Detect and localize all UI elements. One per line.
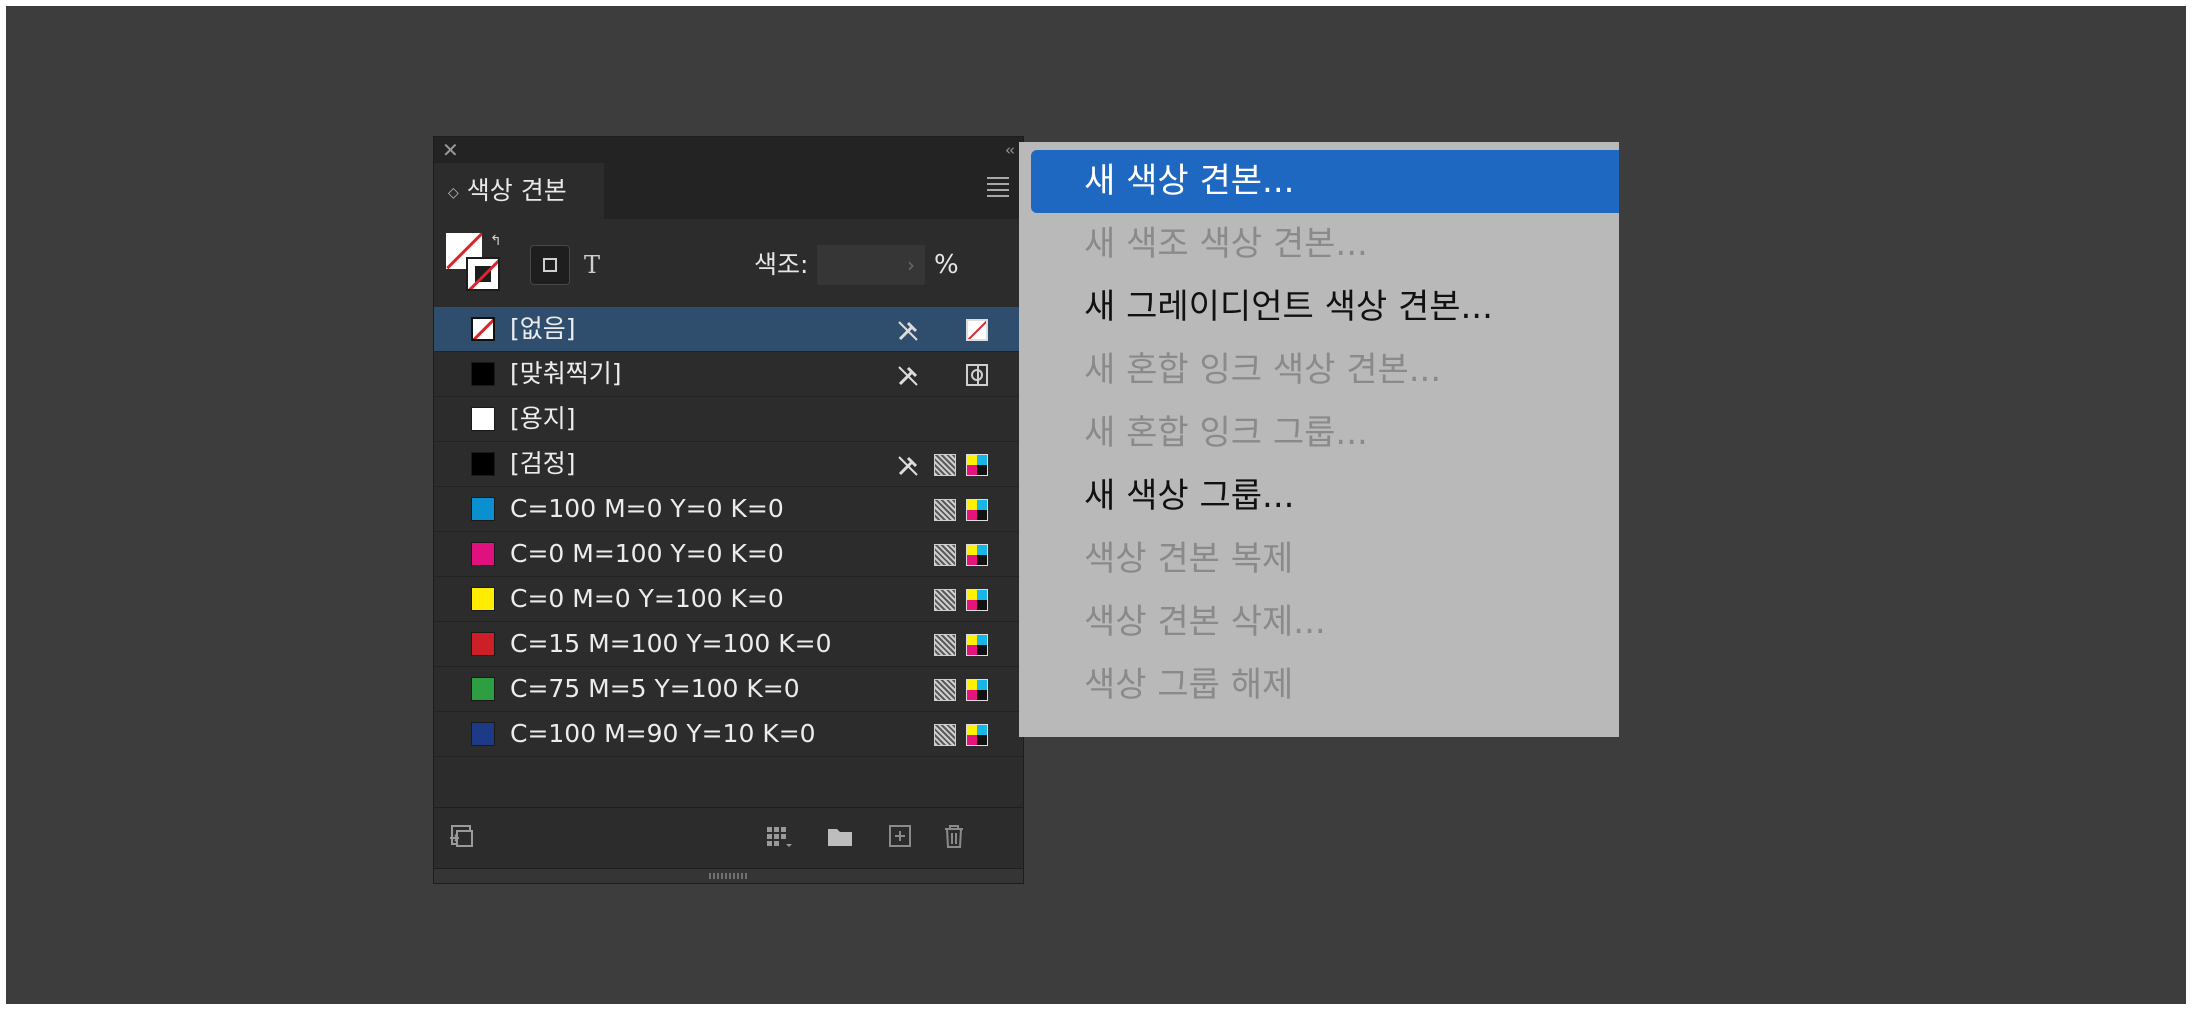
swatch-row[interactable]: [용지]: [434, 397, 1023, 442]
close-icon[interactable]: ✕: [442, 137, 459, 163]
swatch-name: [용지]: [510, 404, 576, 433]
swatch-row[interactable]: [없음]: [434, 307, 1023, 352]
panel-flyout-menu: 새 색상 견본... 새 색조 색상 견본... 새 그레이디언트 색상 견본...…: [1019, 142, 1619, 737]
swatch-name: C=75 M=5 Y=100 K=0: [510, 674, 800, 703]
cmyk-icon: [966, 454, 988, 476]
menu-item: 새 색조 색상 견본...: [1084, 224, 1368, 264]
swatch-row[interactable]: [검정]: [434, 442, 1023, 487]
no-edit-icon: [896, 319, 918, 341]
swatch-color-chip: [471, 317, 495, 341]
process-color-icon: [934, 724, 956, 746]
swatch-views-icon[interactable]: [764, 822, 792, 850]
swatch-color-chip: [471, 452, 495, 476]
panel-tab-strip: ◇ 색상 견본: [434, 163, 1023, 219]
cmyk-icon: [966, 634, 988, 656]
fill-stroke-proxy[interactable]: ↰: [446, 233, 502, 293]
swatch-color-chip: [471, 542, 495, 566]
swatch-row[interactable]: C=0 M=0 Y=100 K=0: [434, 577, 1023, 622]
swatch-color-chip: [471, 632, 495, 656]
tint-input[interactable]: ›: [817, 245, 925, 285]
new-swatch-icon[interactable]: [886, 822, 914, 850]
formatting-affects-text-button[interactable]: T: [584, 245, 600, 285]
swatch-name: C=100 M=0 Y=0 K=0: [510, 494, 784, 523]
none-swatch-icon: [966, 319, 988, 341]
cmyk-icon: [966, 724, 988, 746]
menu-item[interactable]: 새 색상 그룹...: [1031, 465, 1619, 528]
swatch-color-chip: [471, 497, 495, 521]
swatch-name: C=0 M=0 Y=100 K=0: [510, 584, 784, 613]
swatch-name: [없음]: [510, 314, 576, 343]
panel-title-bar[interactable]: ✕ ‹‹: [434, 137, 1023, 163]
process-color-icon: [934, 544, 956, 566]
swatches-panel: ✕ ‹‹ ◇ 색상 견본 ↰ T 색조: › % [없음] [맞춰찍기] [용지] [검…: [433, 136, 1024, 884]
new-color-group-icon[interactable]: [826, 822, 854, 850]
no-edit-icon: [896, 364, 918, 386]
process-color-icon: [934, 499, 956, 521]
swatch-list: [없음] [맞춰찍기] [용지] [검정] C=100 M=0 Y=0 K=0 C=0 M…: [434, 307, 1023, 757]
swatch-name: [검정]: [510, 449, 576, 478]
process-color-icon: [934, 454, 956, 476]
no-edit-icon: [896, 454, 918, 476]
tint-unit: %: [934, 250, 959, 280]
menu-item: 색상 견본 복제: [1084, 539, 1294, 579]
cmyk-icon: [966, 679, 988, 701]
swatch-name: [맞춰찍기]: [510, 359, 622, 388]
tint-slider-arrow-icon[interactable]: ›: [907, 245, 915, 285]
swatch-name: C=100 M=90 Y=10 K=0: [510, 719, 816, 748]
swatch-row[interactable]: C=100 M=0 Y=0 K=0: [434, 487, 1023, 532]
cmyk-icon: [966, 499, 988, 521]
menu-item[interactable]: 새 그레이디언트 색상 견본...: [1031, 276, 1619, 339]
swatch-name: C=0 M=100 Y=0 K=0: [510, 539, 784, 568]
tab-expand-icon[interactable]: ◇: [448, 165, 459, 221]
swatch-color-chip: [471, 362, 495, 386]
process-color-icon: [934, 634, 956, 656]
tab-swatches[interactable]: ◇ 색상 견본: [434, 163, 604, 219]
swatch-row[interactable]: C=75 M=5 Y=100 K=0: [434, 667, 1023, 712]
collapse-panel-icon[interactable]: ‹‹: [1005, 137, 1015, 163]
swatch-row[interactable]: [맞춰찍기]: [434, 352, 1023, 397]
registration-icon: [966, 364, 988, 386]
process-color-icon: [934, 589, 956, 611]
panel-resize-grip[interactable]: [434, 868, 1023, 883]
process-color-icon: [934, 679, 956, 701]
cmyk-icon: [966, 544, 988, 566]
swatch-row[interactable]: C=15 M=100 Y=100 K=0: [434, 622, 1023, 667]
swatch-color-chip: [471, 722, 495, 746]
menu-item: 새 혼합 잉크 색상 견본...: [1084, 350, 1442, 390]
swatch-color-chip: [471, 407, 495, 431]
container-icon: [543, 258, 557, 272]
workspace-background: ✕ ‹‹ ◇ 색상 견본 ↰ T 색조: › % [없음] [맞춰찍기] [용지] [검…: [6, 6, 2186, 1004]
menu-item: 색상 그룹 해제: [1084, 665, 1294, 705]
tab-label: 색상 견본: [466, 176, 567, 205]
tint-label: 색조:: [754, 250, 809, 279]
menu-item[interactable]: 새 색상 견본...: [1031, 150, 1619, 213]
menu-item: 새 혼합 잉크 그룹...: [1084, 413, 1368, 453]
swatch-row[interactable]: C=100 M=90 Y=10 K=0: [434, 712, 1023, 757]
swatch-row[interactable]: C=0 M=100 Y=0 K=0: [434, 532, 1023, 577]
swap-fill-stroke-icon[interactable]: ↰: [490, 233, 502, 249]
swatch-name: C=15 M=100 Y=100 K=0: [510, 629, 832, 658]
show-all-swatches-icon[interactable]: [448, 822, 476, 850]
swatch-color-chip: [471, 587, 495, 611]
panel-menu-icon[interactable]: [987, 177, 1009, 201]
stroke-swatch-icon[interactable]: [466, 257, 500, 291]
menu-item: 색상 견본 삭제...: [1084, 602, 1326, 642]
formatting-affects-container-button[interactable]: [530, 245, 570, 285]
trash-icon[interactable]: [940, 822, 968, 850]
swatch-color-chip: [471, 677, 495, 701]
cmyk-icon: [966, 589, 988, 611]
panel-bottom-toolbar: [434, 807, 1023, 870]
